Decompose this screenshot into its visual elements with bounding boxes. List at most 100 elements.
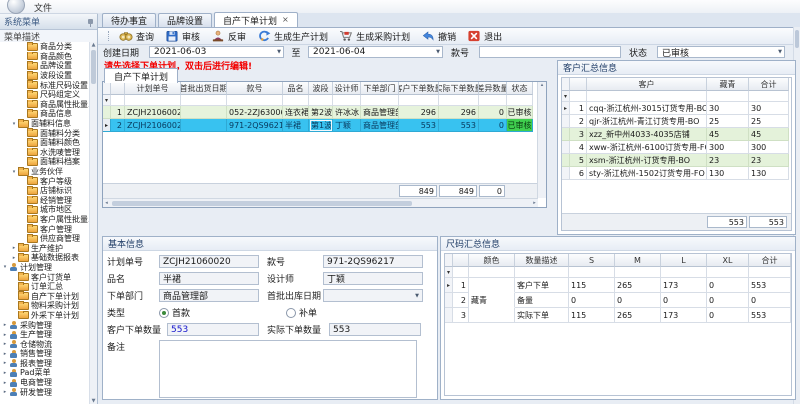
- column-header[interactable]: 设计师: [333, 82, 361, 95]
- filter-cell[interactable]: [479, 95, 507, 106]
- toolbar-button-reverse[interactable]: 反审: [211, 30, 246, 43]
- expand-icon[interactable]: ▸: [11, 245, 17, 251]
- filter-cell[interactable]: [333, 95, 361, 106]
- chevron-down-icon[interactable]: ▼: [277, 49, 281, 55]
- radio-replenish-order[interactable]: [286, 308, 296, 318]
- vertical-scrollbar[interactable]: ▴: [537, 82, 546, 198]
- column-header[interactable]: 首批出货日期: [181, 82, 227, 95]
- column-header[interactable]: 颜色: [469, 254, 515, 267]
- expand-icon[interactable]: ▸: [2, 322, 8, 328]
- customer-qty-field[interactable]: 553: [167, 323, 259, 336]
- column-header[interactable]: 实际下单数量: [439, 82, 479, 95]
- table-row[interactable]: 2藏青备量00000: [445, 293, 791, 308]
- column-header[interactable]: L: [661, 254, 707, 267]
- sidebar-item-基础数据报表[interactable]: ▸基础数据报表: [0, 253, 90, 263]
- filter-cell[interactable]: [707, 267, 749, 278]
- table-row[interactable]: 2qjr-浙江杭州-青江订货专用-BO2525: [562, 115, 791, 128]
- app-orb-button[interactable]: [7, 0, 25, 14]
- sidebar-item-面辅料分类[interactable]: 面辅料分类: [0, 128, 90, 138]
- column-header[interactable]: 数量描述: [515, 254, 569, 267]
- chevron-down-icon[interactable]: ▼: [778, 49, 782, 55]
- filter-cell[interactable]: [227, 95, 283, 106]
- first-ship-date-picker[interactable]: ▼: [323, 289, 423, 302]
- sidebar-item-业务伙伴[interactable]: ▾业务伙伴: [0, 167, 90, 177]
- tab-3[interactable]: 自产下单计划×: [214, 12, 298, 27]
- filter-cell[interactable]: [361, 95, 399, 106]
- filter-cell[interactable]: [515, 267, 569, 278]
- column-header[interactable]: 合计: [749, 78, 789, 91]
- filter-cell[interactable]: [181, 95, 227, 106]
- filter-cell[interactable]: [309, 95, 333, 106]
- toolbar-button-production[interactable]: 生成生产计划: [257, 30, 328, 43]
- date-from-picker[interactable]: 2021-06-03 ▼: [149, 46, 284, 58]
- sidebar-item-订单汇总[interactable]: 订单汇总: [0, 282, 90, 292]
- chevron-down-icon[interactable]: ▼: [436, 49, 440, 55]
- sidebar-item-商品信息[interactable]: 商品信息: [0, 109, 90, 119]
- filter-cell[interactable]: [453, 267, 469, 278]
- sidebar-item-计划管理[interactable]: ▾计划管理: [0, 263, 90, 273]
- horizontal-scrollbar[interactable]: ◂ ▸: [103, 198, 538, 207]
- expand-icon[interactable]: ▸: [2, 380, 8, 386]
- filter-cell[interactable]: [661, 267, 707, 278]
- table-row[interactable]: 6sty-浙江杭州-1502订货专用-FO130130: [562, 167, 791, 180]
- column-header[interactable]: 状态: [507, 82, 533, 95]
- toolbar-button-search[interactable]: 查询: [119, 30, 154, 43]
- sidebar-item-尺码组定义[interactable]: 尺码组定义: [0, 90, 90, 100]
- scroll-down-icon[interactable]: ▼: [90, 398, 97, 404]
- filter-cell[interactable]: [125, 95, 181, 106]
- sidebar-item-水洗唛管理[interactable]: 水洗唛管理: [0, 148, 90, 158]
- scroll-thumb[interactable]: [91, 50, 96, 84]
- column-header[interactable]: [111, 82, 125, 95]
- column-header[interactable]: 品名: [283, 82, 309, 95]
- column-header[interactable]: S: [569, 254, 615, 267]
- sidebar-item-商品颜色[interactable]: 商品颜色: [0, 52, 90, 62]
- sidebar-item-销售管理[interactable]: ▸销售管理: [0, 349, 90, 359]
- style-no-input[interactable]: [479, 46, 621, 58]
- sidebar-item-自产下单计划[interactable]: 自产下单计划: [0, 291, 90, 301]
- table-row[interactable]: ▸1cqq-浙江杭州-3015订货专用-BO3030: [562, 102, 791, 115]
- sidebar-item-面辅料信息[interactable]: ▾面辅料信息: [0, 119, 90, 129]
- sidebar-item-面辅料颜色[interactable]: 面辅料颜色: [0, 138, 90, 148]
- radio-first-order[interactable]: [159, 308, 169, 318]
- date-to-picker[interactable]: 2021-06-04 ▼: [308, 46, 443, 58]
- filter-cell[interactable]: [749, 267, 791, 278]
- table-row[interactable]: ▸1客户下单1152651730553: [445, 278, 791, 293]
- expand-icon[interactable]: ▸: [11, 255, 17, 261]
- filter-cell[interactable]: [439, 95, 479, 106]
- collapse-icon[interactable]: ▾: [11, 169, 17, 175]
- remark-textarea[interactable]: [159, 340, 417, 398]
- column-header[interactable]: 客户下单数量: [399, 82, 439, 95]
- sidebar-item-Pad菜单[interactable]: ▸Pad菜单: [0, 368, 90, 378]
- column-header[interactable]: M: [615, 254, 661, 267]
- sidebar-scrollbar[interactable]: ▲ ▼: [89, 42, 97, 404]
- sidebar-item-研发管理[interactable]: ▸研发管理: [0, 387, 90, 397]
- toolbar-button-exit[interactable]: 退出: [467, 30, 502, 43]
- column-header[interactable]: 波段: [309, 82, 333, 95]
- sidebar-item-客户管理[interactable]: 客户管理: [0, 224, 90, 234]
- filter-cell[interactable]: [749, 91, 789, 102]
- sidebar-item-波段设置[interactable]: 波段设置: [0, 71, 90, 81]
- column-header[interactable]: 客户: [587, 78, 707, 91]
- scroll-left-icon[interactable]: ◂: [103, 200, 110, 206]
- sidebar-item-客户等级[interactable]: 客户等级: [0, 176, 90, 186]
- filter-cell[interactable]: [587, 91, 707, 102]
- sidebar-item-供应商管理[interactable]: 供应商管理: [0, 234, 90, 244]
- designer-field[interactable]: 丁颖: [323, 272, 423, 285]
- column-header[interactable]: 合计: [749, 254, 791, 267]
- expand-icon[interactable]: ▸: [2, 360, 8, 366]
- plan-no-field[interactable]: ZCJH21060020: [159, 255, 259, 268]
- sidebar-item-生产维护[interactable]: ▸生产维护: [0, 243, 90, 253]
- product-name-field[interactable]: 半裙: [159, 272, 259, 285]
- sidebar-item-采购管理[interactable]: ▸采购管理: [0, 320, 90, 330]
- sidebar-item-品牌设置[interactable]: 品牌设置: [0, 61, 90, 71]
- sidebar-item-面辅料档案[interactable]: 面辅料档案: [0, 157, 90, 167]
- column-header[interactable]: 藏青: [707, 78, 749, 91]
- sidebar-item-电商管理[interactable]: ▸电商管理: [0, 378, 90, 388]
- sidebar-item-客户属性批量...[interactable]: 客户属性批量...: [0, 215, 90, 225]
- scroll-thumb[interactable]: [112, 201, 412, 206]
- sidebar-item-生产管理[interactable]: ▸生产管理: [0, 330, 90, 340]
- column-header[interactable]: 差异数量: [479, 82, 507, 95]
- department-field[interactable]: 商品管理部: [159, 289, 259, 302]
- sidebar-item-物料采购计划[interactable]: 物料采购计划: [0, 301, 90, 311]
- column-header[interactable]: 款号: [227, 82, 283, 95]
